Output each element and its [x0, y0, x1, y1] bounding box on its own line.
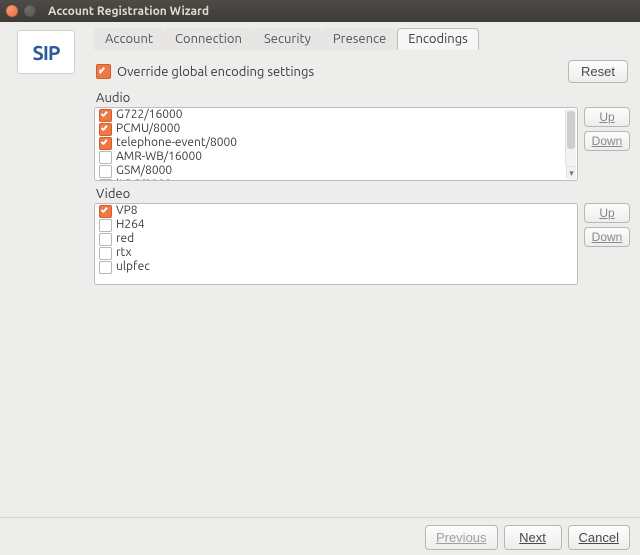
tab-connection[interactable]: Connection — [164, 28, 253, 50]
next-button[interactable]: Next — [504, 525, 562, 550]
tabbar: Account Connection Security Presence Enc… — [94, 28, 630, 50]
protocol-panel: SIP — [0, 22, 92, 517]
tab-encodings[interactable]: Encodings — [397, 28, 479, 50]
audio-order-buttons: Up Down — [584, 107, 630, 151]
tab-presence[interactable]: Presence — [322, 28, 397, 50]
override-label: Override global encoding settings — [117, 65, 314, 79]
video-up-button[interactable]: Up — [584, 203, 630, 223]
encoding-name: H264 — [116, 218, 145, 232]
encoding-item[interactable]: VP8 — [95, 204, 577, 218]
video-section-label: Video — [96, 187, 630, 201]
titlebar: Account Registration Wizard — [0, 0, 640, 22]
encoding-checkbox[interactable] — [99, 137, 112, 150]
encoding-name: G722/16000 — [116, 108, 183, 122]
video-encodings-list[interactable]: VP8H264redrtxulpfec — [94, 203, 578, 285]
tab-account[interactable]: Account — [94, 28, 164, 50]
override-row: Override global encoding settings Reset — [96, 60, 628, 83]
encoding-item[interactable]: AMR-WB/16000 — [95, 150, 577, 164]
protocol-label: SIP — [32, 41, 59, 64]
encoding-item[interactable]: iLBC/8000 — [95, 178, 577, 181]
audio-up-button[interactable]: Up — [584, 107, 630, 127]
audio-scrollbar-thumb[interactable] — [567, 111, 575, 149]
encoding-name: AMR-WB/16000 — [116, 150, 202, 164]
content-area: Account Connection Security Presence Enc… — [92, 22, 640, 517]
encoding-name: VP8 — [116, 204, 138, 218]
reset-button[interactable]: Reset — [568, 60, 628, 83]
wizard-footer: Previous Next Cancel — [0, 517, 640, 555]
encoding-checkbox[interactable] — [99, 247, 112, 260]
override-checkbox[interactable] — [96, 64, 111, 79]
encoding-checkbox[interactable] — [99, 205, 112, 218]
encoding-checkbox[interactable] — [99, 179, 112, 182]
audio-encodings-list[interactable]: ▾ G722/16000PCMU/8000telephone-event/800… — [94, 107, 578, 181]
video-order-buttons: Up Down — [584, 203, 630, 247]
encoding-name: ulpfec — [116, 260, 150, 274]
audio-scrollbar[interactable]: ▾ — [565, 109, 576, 166]
audio-group: ▾ G722/16000PCMU/8000telephone-event/800… — [94, 107, 630, 181]
encoding-item[interactable]: H264 — [95, 218, 577, 232]
encoding-name: red — [116, 232, 134, 246]
cancel-button[interactable]: Cancel — [568, 525, 630, 550]
encoding-item[interactable]: telephone-event/8000 — [95, 136, 577, 150]
encoding-item[interactable]: ulpfec — [95, 260, 577, 274]
encoding-checkbox[interactable] — [99, 109, 112, 122]
previous-button[interactable]: Previous — [425, 525, 498, 550]
tab-security[interactable]: Security — [253, 28, 322, 50]
encoding-checkbox[interactable] — [99, 233, 112, 246]
encoding-checkbox[interactable] — [99, 165, 112, 178]
encoding-name: iLBC/8000 — [116, 178, 172, 181]
encoding-name: telephone-event/8000 — [116, 136, 237, 150]
window-minimize-icon[interactable] — [24, 5, 36, 17]
encoding-item[interactable]: rtx — [95, 246, 577, 260]
window-close-icon[interactable] — [6, 5, 18, 17]
encoding-item[interactable]: PCMU/8000 — [95, 122, 577, 136]
encoding-checkbox[interactable] — [99, 261, 112, 274]
audio-section-label: Audio — [96, 91, 630, 105]
video-down-button[interactable]: Down — [584, 227, 630, 247]
encoding-item[interactable]: G722/16000 — [95, 108, 577, 122]
encoding-name: GSM/8000 — [116, 164, 172, 178]
video-group: VP8H264redrtxulpfec Up Down — [94, 203, 630, 285]
encoding-checkbox[interactable] — [99, 151, 112, 164]
encoding-item[interactable]: GSM/8000 — [95, 164, 577, 178]
window-title: Account Registration Wizard — [48, 5, 209, 18]
audio-down-button[interactable]: Down — [584, 131, 630, 151]
scroll-down-icon[interactable]: ▾ — [566, 166, 576, 179]
encoding-checkbox[interactable] — [99, 123, 112, 136]
protocol-badge: SIP — [17, 30, 75, 74]
encoding-name: PCMU/8000 — [116, 122, 180, 136]
encoding-item[interactable]: red — [95, 232, 577, 246]
encoding-checkbox[interactable] — [99, 219, 112, 232]
encoding-name: rtx — [116, 246, 132, 260]
